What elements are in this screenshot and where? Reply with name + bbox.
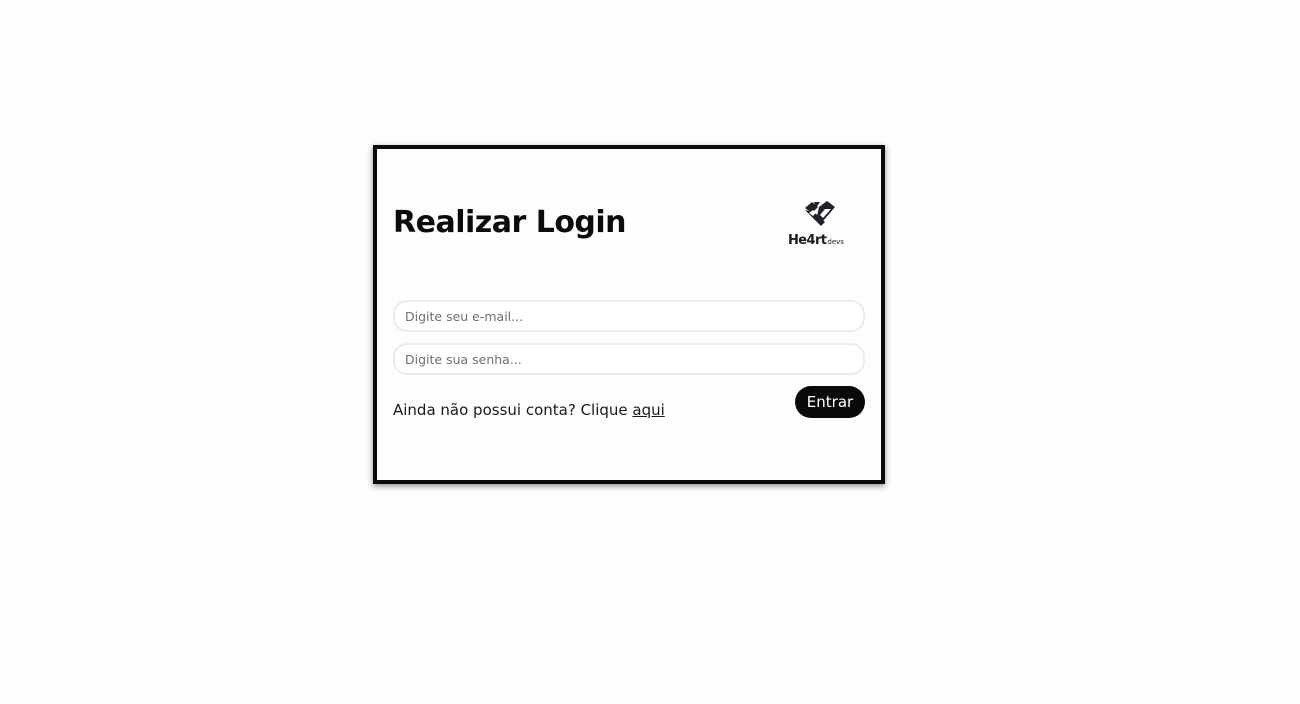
- signup-prompt-text: Ainda não possui conta? Clique: [393, 401, 633, 419]
- email-input[interactable]: [393, 300, 865, 332]
- login-button[interactable]: Entrar: [795, 386, 865, 418]
- he4rt-devs-logo: He4rtdevs: [787, 199, 853, 249]
- signup-prompt: Ainda não possui conta? Clique aqui: [393, 401, 665, 419]
- heart-code-logo-icon: [805, 201, 835, 226]
- signup-link[interactable]: aqui: [632, 401, 664, 419]
- password-input[interactable]: [393, 343, 865, 375]
- logo-subtext: devs: [827, 238, 844, 246]
- page-title: Realizar Login: [393, 205, 627, 240]
- logo-wordmark: He4rt: [788, 233, 827, 248]
- login-card: Realizar Login He4rtdevs Ainda não possu…: [373, 145, 885, 484]
